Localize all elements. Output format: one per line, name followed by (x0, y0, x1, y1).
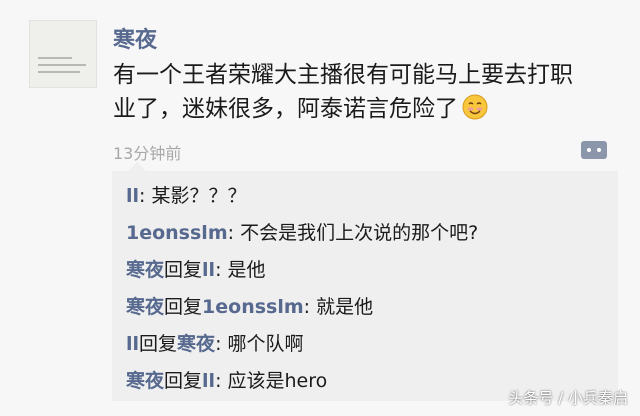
post-time: 13分钟前 (113, 144, 182, 163)
watermark: 头条号 / 小兵秦启 (508, 389, 628, 407)
comment-item[interactable]: ll: 某影？？？ (126, 181, 247, 208)
comment-item[interactable]: 寒夜回复ll: 是他 (126, 255, 266, 282)
comment-item[interactable]: 寒夜回复ll: 应该是hero (126, 366, 327, 393)
comment-text: 是他 (227, 259, 266, 281)
reply-word: 回复 (164, 259, 203, 281)
comment-colon: : (227, 222, 241, 244)
reply-target[interactable]: ll (202, 370, 215, 392)
comment-list: ll: 某影？？？ 1eonsslm: 不会是我们上次说的那个吧? 寒夜回复ll… (112, 162, 618, 401)
comment-colon: : (303, 296, 317, 318)
comment-colon: : (215, 333, 228, 355)
comment-bubble-icon[interactable] (581, 141, 607, 159)
comment-text: 某影？？？ (151, 185, 247, 207)
comment-colon: : (215, 370, 228, 392)
reply-target[interactable]: ll (202, 259, 215, 281)
avatar[interactable] (29, 20, 97, 88)
post-text: 有一个王者荣耀大主播很有可能马上要去打职业了，迷妹很多，阿泰诺言危险了 (113, 58, 593, 130)
comment-colon: : (139, 185, 152, 207)
reply-target[interactable]: 1eonsslm (202, 296, 304, 318)
comment-text: 应该是hero (227, 370, 328, 392)
comment-author[interactable]: ll (126, 333, 139, 355)
comment-author[interactable]: 寒夜 (126, 296, 164, 318)
comment-item[interactable]: ll回复寒夜: 哪个队啊 (126, 329, 304, 356)
comment-text: 就是他 (316, 296, 374, 318)
reply-word: 回复 (164, 370, 203, 392)
comment-item[interactable]: 1eonsslm: 不会是我们上次说的那个吧? (126, 218, 478, 245)
reply-word: 回复 (139, 333, 178, 355)
comment-item[interactable]: 寒夜回复1eonsslm: 就是他 (126, 292, 373, 319)
comment-colon: : (215, 259, 228, 281)
reply-target[interactable]: 寒夜 (177, 333, 215, 355)
smiling-face-emoji-icon (462, 94, 488, 130)
comment-author[interactable]: 寒夜 (126, 370, 164, 392)
comment-author[interactable]: 1eonsslm (126, 222, 228, 244)
comment-author[interactable]: 寒夜 (126, 259, 164, 281)
comment-text: 哪个队啊 (227, 333, 304, 355)
comment-author[interactable]: ll (126, 185, 139, 207)
comment-text: 不会是我们上次说的那个吧? (240, 222, 479, 244)
post-username[interactable]: 寒夜 (113, 22, 157, 54)
reply-word: 回复 (164, 296, 203, 318)
post-text-content: 有一个王者荣耀大主播很有可能马上要去打职业了，迷妹很多，阿泰诺言危险了 (113, 62, 573, 122)
